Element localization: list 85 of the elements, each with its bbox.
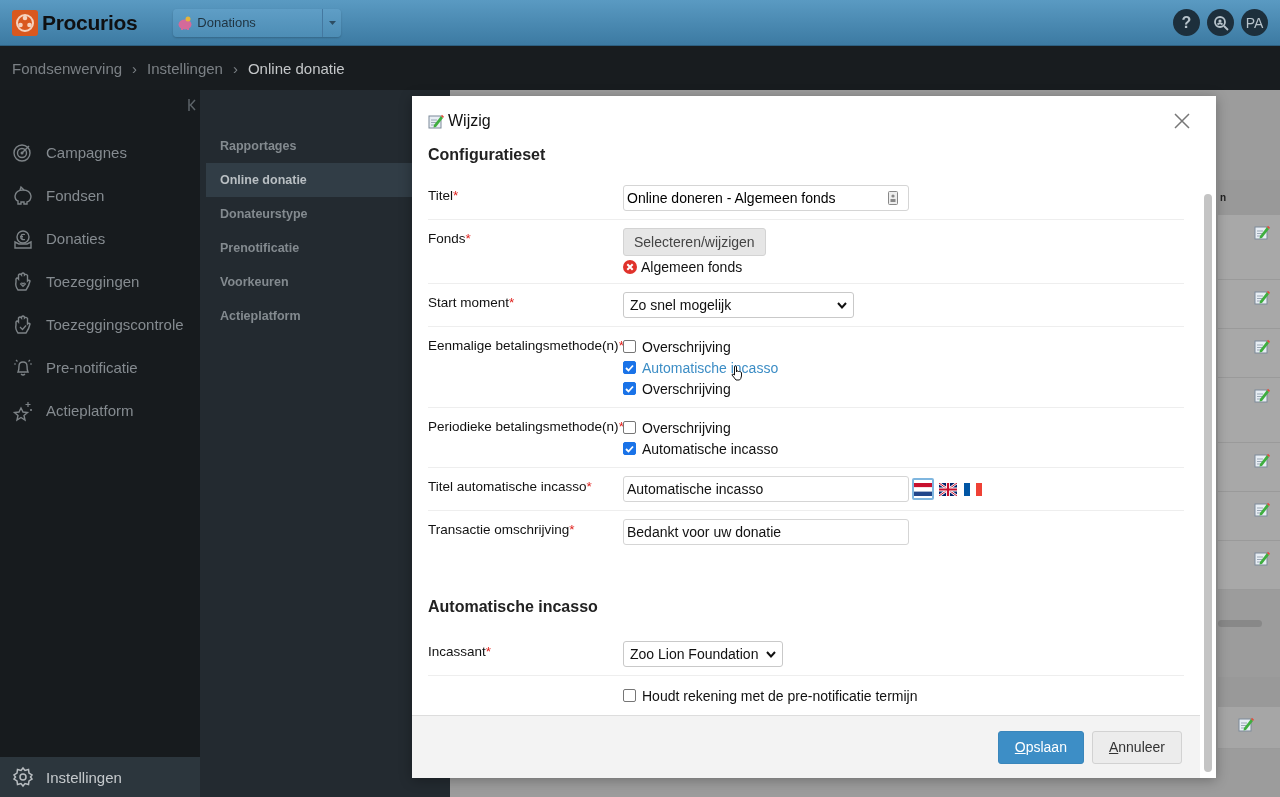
gear-icon — [12, 766, 34, 788]
field-label: Periodieke betalingsmethode(n)* — [428, 419, 624, 434]
checkbox-label[interactable]: Houdt rekening met de pre-notificatie termijn — [642, 687, 918, 704]
sidebar-item[interactable]: Toezeggingscontrole — [0, 303, 200, 346]
text-field[interactable]: Bedankt voor uw donatie — [623, 519, 909, 545]
contact-card-icon — [888, 191, 898, 205]
logo-icon — [12, 9, 38, 36]
flag-icon — [914, 482, 932, 496]
edit-icon — [1254, 452, 1270, 468]
search-icon — [1212, 14, 1229, 31]
checkbox[interactable] — [623, 689, 636, 702]
edit-icon — [1238, 716, 1254, 732]
checkbox-label[interactable]: Automatische incasso — [642, 440, 779, 457]
field-label: Incassant* — [428, 644, 492, 659]
edit-icon — [1254, 338, 1270, 354]
close-button[interactable] — [1174, 113, 1190, 129]
sidebar-item[interactable]: Toezeggingen — [0, 260, 200, 303]
check-icon — [625, 384, 634, 393]
chevron-down-icon — [766, 650, 777, 658]
checkbox[interactable] — [623, 361, 636, 374]
hand-icon — [12, 313, 34, 336]
check-icon — [625, 444, 634, 453]
remove-button[interactable] — [623, 260, 637, 274]
select-field[interactable]: Zo snel mogelijk — [623, 292, 854, 318]
breadcrumb-separator: › — [132, 59, 138, 77]
field-label: Transactie omschrijving* — [428, 522, 575, 537]
app-switcher[interactable]: Donations — [173, 8, 342, 37]
logo-text: Procurios — [42, 10, 138, 35]
text-field[interactable]: Online doneren - Algemeen fonds — [623, 185, 909, 211]
field-label: Titel automatische incasso* — [428, 479, 592, 494]
edit-icon — [1254, 224, 1270, 240]
save-button[interactable]: Opslaan — [997, 730, 1084, 764]
checkbox[interactable] — [623, 382, 636, 395]
section-heading: Configuratieset — [428, 146, 547, 164]
field-label: Eenmalige betalingsmethode(n)* — [428, 338, 624, 353]
flag-icon — [939, 482, 957, 496]
breadcrumb-separator: › — [232, 59, 238, 77]
edit-icon — [428, 113, 444, 129]
flag-icon — [964, 482, 982, 496]
piggy-bank-icon — [177, 15, 194, 30]
help-button[interactable]: ? — [1173, 9, 1200, 36]
scrollbar[interactable] — [1218, 620, 1262, 627]
remove-icon — [623, 260, 637, 274]
checkbox[interactable] — [623, 442, 636, 455]
breadcrumb-link[interactable]: Instellingen — [147, 59, 223, 77]
close-icon — [1174, 113, 1190, 129]
edit-icon — [1254, 289, 1270, 305]
edit-icon — [1254, 550, 1270, 566]
edit-icon — [1254, 501, 1270, 517]
column-header: n — [1220, 192, 1227, 203]
search-button[interactable] — [1207, 9, 1234, 36]
sidebar-item[interactable]: Pre-notificatie — [0, 346, 200, 389]
piggy-bank-icon — [12, 184, 34, 207]
breadcrumb-current: Online donatie — [247, 59, 345, 77]
chevron-down-icon — [837, 301, 847, 309]
language-button[interactable] — [912, 478, 934, 500]
scrollbar[interactable] — [1204, 194, 1212, 772]
checkbox[interactable] — [623, 340, 636, 353]
section-heading: Automatische incasso — [428, 598, 599, 616]
user-avatar[interactable]: PA — [1241, 9, 1268, 36]
sidebar-item[interactable]: Instellingen — [0, 757, 200, 797]
dialog-title: Wijzig — [448, 112, 491, 130]
sparkle-star-icon — [12, 399, 34, 422]
sidebar-item[interactable]: Campagnes — [0, 131, 200, 174]
euro-icon — [12, 227, 34, 250]
check-icon — [625, 363, 634, 372]
text-field[interactable]: Automatische incasso — [623, 476, 909, 502]
sidebar-item[interactable]: Fondsen — [0, 174, 200, 217]
sidebar-item[interactable]: Donaties — [0, 217, 200, 260]
checkbox-label[interactable]: Overschrijving — [642, 380, 731, 397]
hand-icon — [12, 270, 34, 293]
checkbox-label[interactable]: Overschrijving — [642, 338, 731, 355]
sidebar-item[interactable]: Actieplatform — [0, 389, 200, 432]
selected-fund: Algemeen fonds — [641, 259, 743, 275]
checkbox[interactable] — [623, 421, 636, 434]
field-label: Fonds* — [428, 231, 471, 246]
cancel-button[interactable]: Annuleer — [1091, 730, 1182, 764]
checkbox-label[interactable]: Overschrijving — [642, 419, 731, 436]
target-icon — [12, 141, 34, 164]
select-field[interactable]: Zoo Lion Foundation — [623, 641, 784, 667]
collapse-icon — [188, 99, 196, 111]
select-button[interactable]: Selecteren/wijzigen — [623, 228, 766, 256]
breadcrumb-link[interactable]: Fondsenwerving — [12, 59, 123, 77]
edit-icon — [1254, 387, 1270, 403]
caret-icon — [328, 20, 336, 25]
